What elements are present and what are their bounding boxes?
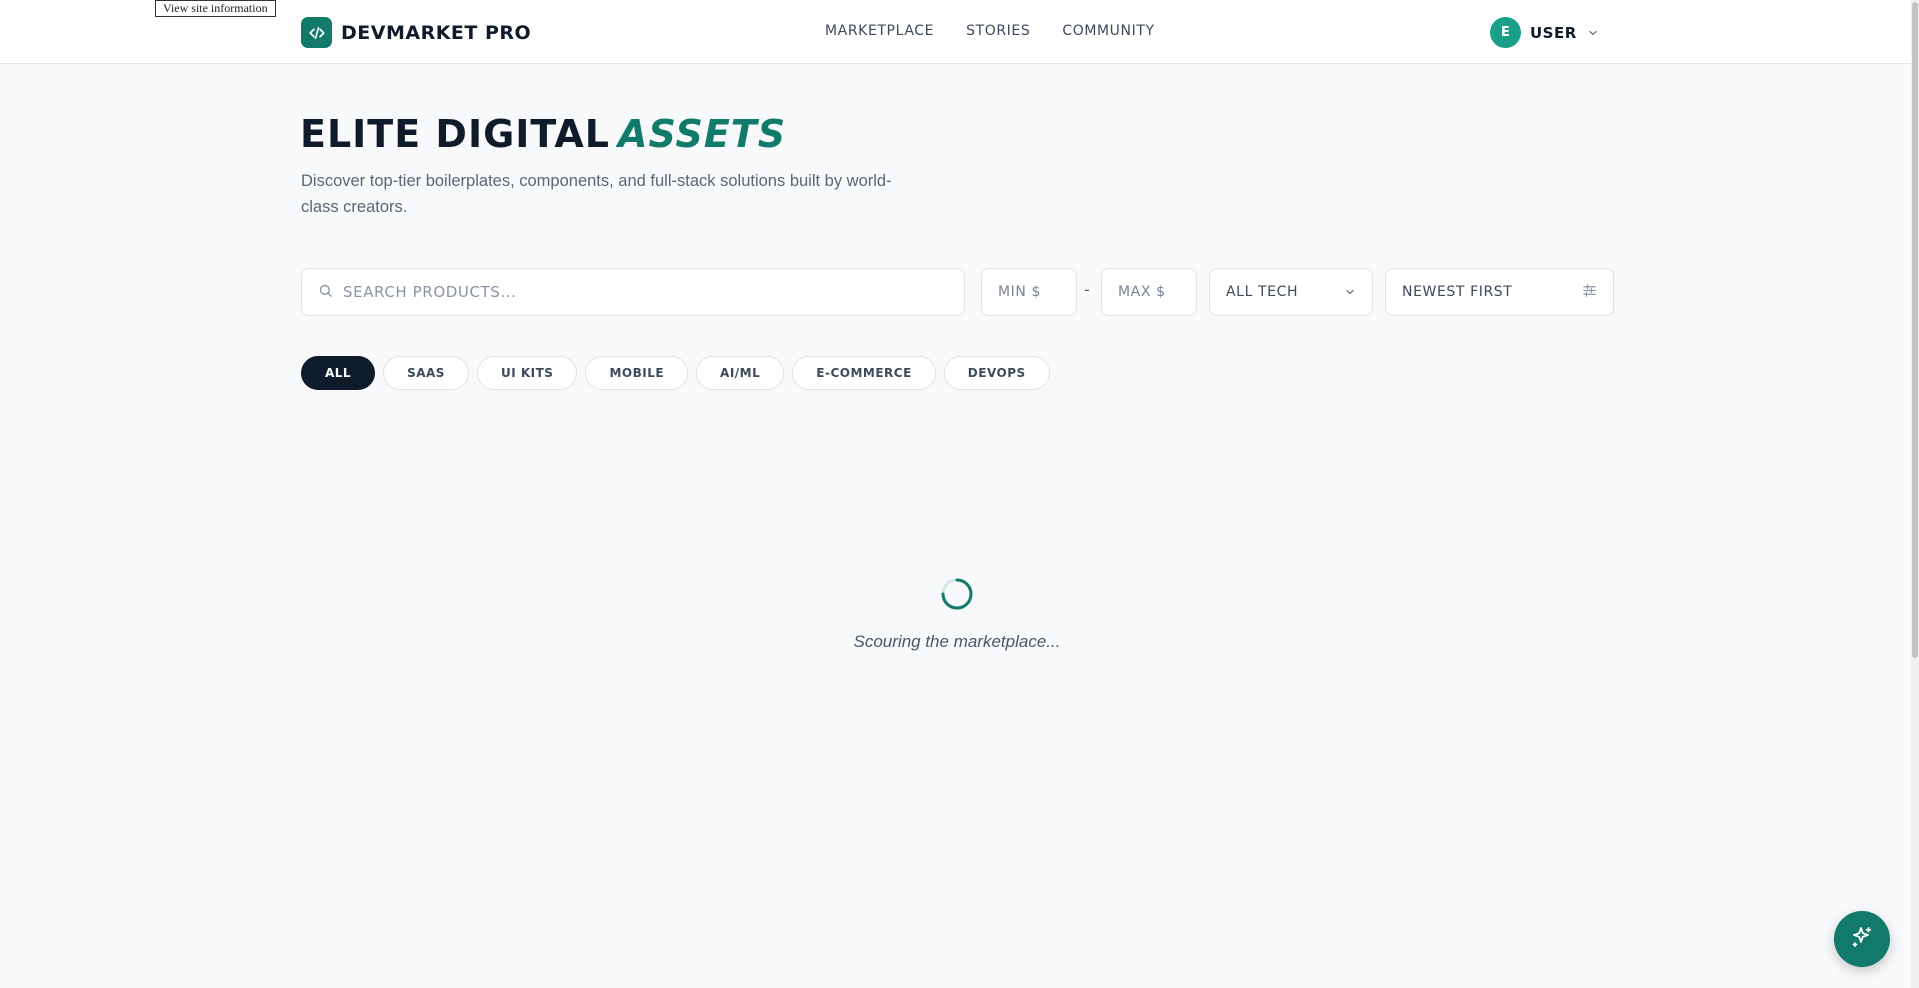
avatar: E — [1490, 17, 1521, 48]
ai-assistant-button[interactable] — [1834, 911, 1890, 967]
sort-select[interactable]: NEWEST FIRST — [1385, 268, 1614, 316]
chip-ai-ml[interactable]: AI/ML — [696, 356, 785, 390]
nav-stories[interactable]: STORIES — [966, 23, 1030, 39]
loading-spinner — [940, 577, 974, 611]
chip-all[interactable]: ALL — [301, 356, 376, 390]
chip-saas[interactable]: SAAS — [383, 356, 469, 390]
nav-marketplace[interactable]: MARKETPLACE — [825, 23, 934, 39]
chip-e-commerce[interactable]: E-COMMERCE — [792, 356, 936, 390]
sort-select-value: NEWEST FIRST — [1402, 284, 1513, 300]
scrollbar-thumb[interactable] — [1912, 2, 1918, 658]
search-input[interactable] — [343, 283, 943, 301]
user-menu[interactable]: E USER — [1490, 17, 1599, 48]
chip-ui-kits[interactable]: UI KITS — [476, 356, 578, 390]
chevron-down-icon — [1344, 283, 1356, 302]
price-separator: - — [1084, 280, 1090, 299]
main-nav: MARKETPLACE STORIES COMMUNITY — [825, 23, 1155, 39]
max-price-input[interactable] — [1102, 269, 1196, 315]
tech-select[interactable]: ALL TECH — [1209, 268, 1373, 316]
sparkles-icon — [1850, 925, 1874, 953]
search-box — [301, 268, 965, 316]
brand[interactable]: DEVMARKET PRO — [301, 17, 531, 48]
code-brackets-icon — [301, 17, 332, 48]
chip-mobile[interactable]: MOBILE — [585, 356, 689, 390]
top-header: DEVMARKET PRO MARKETPLACE STORIES COMMUN… — [0, 0, 1919, 64]
page-title: ELITE DIGITAL ASSETS — [300, 112, 786, 156]
page-title-main: ELITE DIGITAL — [300, 112, 611, 156]
page-subtitle: Discover top-tier boilerplates, componen… — [301, 172, 892, 216]
loading-text: Scouring the marketplace... — [853, 632, 1061, 651]
brand-name: DEVMARKET PRO — [341, 21, 532, 44]
nav-community[interactable]: COMMUNITY — [1062, 23, 1154, 39]
search-icon — [318, 283, 333, 302]
user-label: USER — [1530, 23, 1577, 42]
page-title-accent: ASSETS — [618, 112, 787, 156]
min-price-input[interactable] — [982, 269, 1076, 315]
chevron-down-icon — [1587, 27, 1599, 39]
category-chips: ALL SAAS UI KITS MOBILE AI/ML E-COMMERCE… — [301, 356, 1050, 390]
min-price-box — [981, 268, 1077, 316]
tech-select-value: ALL TECH — [1226, 284, 1299, 300]
max-price-box — [1101, 268, 1197, 316]
sliders-icon — [1582, 283, 1597, 302]
chip-devops[interactable]: DEVOPS — [943, 356, 1050, 390]
site-info-tooltip: View site information — [155, 0, 276, 17]
